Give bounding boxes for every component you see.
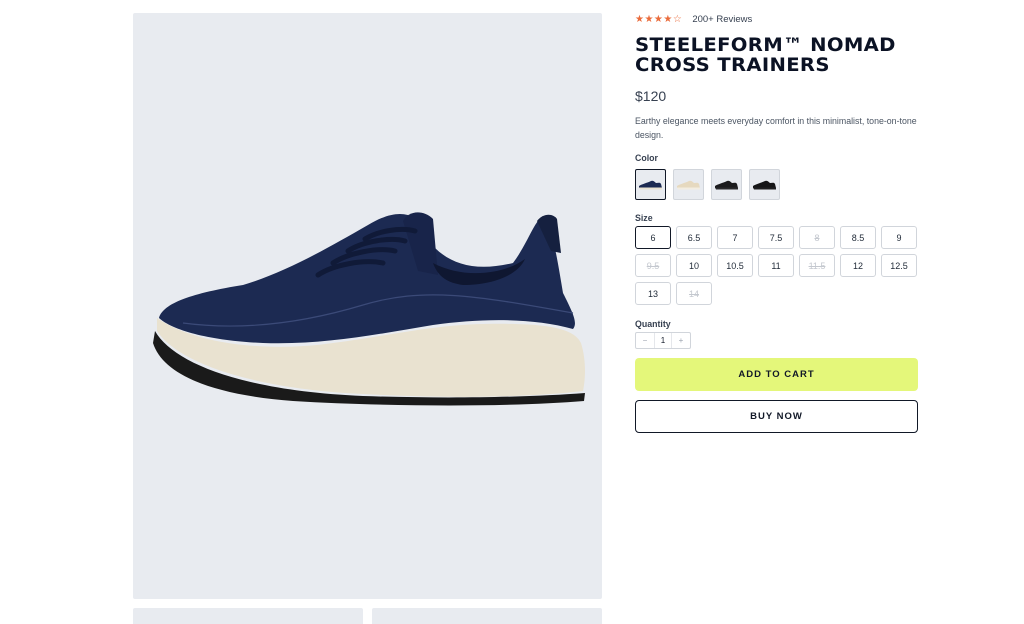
size-option[interactable]: 13	[635, 282, 671, 305]
star-rating-icon: ★★★★☆	[635, 13, 683, 25]
quantity-label: Quantity	[635, 319, 671, 329]
size-option[interactable]: 11	[758, 254, 794, 277]
color-swatch-black[interactable]	[749, 169, 780, 200]
color-swatch-black-sole-dark[interactable]	[711, 169, 742, 200]
size-option[interactable]: 7	[717, 226, 753, 249]
product-thumbnail[interactable]	[372, 608, 602, 624]
size-label: Size	[635, 213, 653, 223]
size-option[interactable]: 10.5	[717, 254, 753, 277]
size-grid: 6 6.5 7 7.5 8 8.5 9 9.5 10 10.5 11 11.5 12 12.5 13 14	[635, 226, 918, 305]
size-option: 14	[676, 282, 712, 305]
rating-row: ★★★★☆ 200+ Reviews	[635, 12, 918, 26]
color-swatch-navy[interactable]	[635, 169, 666, 200]
product-info-panel: ★★★★☆ 200+ Reviews STEELEFORM™ NOMAD CRO…	[635, 12, 918, 433]
size-option: 11.5	[799, 254, 835, 277]
shoe-upper	[159, 213, 575, 344]
size-option[interactable]: 7.5	[758, 226, 794, 249]
add-to-cart-button[interactable]: ADD TO CART	[635, 358, 918, 391]
quantity-stepper: − 1 +	[635, 332, 691, 349]
quantity-input[interactable]: 1	[654, 333, 672, 348]
swatch-shoe-icon	[715, 180, 738, 189]
product-thumbnail[interactable]	[133, 608, 363, 624]
size-option: 9.5	[635, 254, 671, 277]
color-swatches	[635, 169, 918, 200]
color-swatch-cream[interactable]	[673, 169, 704, 200]
swatch-shoe-icon	[677, 180, 700, 189]
reviews-link[interactable]: 200+ Reviews	[692, 14, 752, 25]
product-description: Earthy elegance meets everyday comfort i…	[635, 116, 917, 140]
shoe-image	[153, 212, 585, 406]
size-option[interactable]: 6	[635, 226, 671, 249]
swatch-shoe-icon	[753, 180, 776, 189]
product-main-image[interactable]	[133, 13, 602, 599]
color-label: Color	[635, 153, 658, 163]
buy-now-button[interactable]: BUY NOW	[635, 400, 918, 433]
size-option[interactable]: 6.5	[676, 226, 712, 249]
size-option[interactable]: 10	[676, 254, 712, 277]
size-option[interactable]: 8.5	[840, 226, 876, 249]
quantity-decrease-button[interactable]: −	[636, 333, 654, 348]
size-option[interactable]: 12	[840, 254, 876, 277]
size-option[interactable]: 9	[881, 226, 917, 249]
size-option[interactable]: 12.5	[881, 254, 917, 277]
swatch-shoe-icon	[639, 180, 662, 189]
size-option: 8	[799, 226, 835, 249]
product-price: $120	[635, 88, 667, 104]
product-title: STEELEFORM™ NOMAD CROSS TRAINERS	[635, 35, 896, 76]
quantity-increase-button[interactable]: +	[672, 333, 690, 348]
